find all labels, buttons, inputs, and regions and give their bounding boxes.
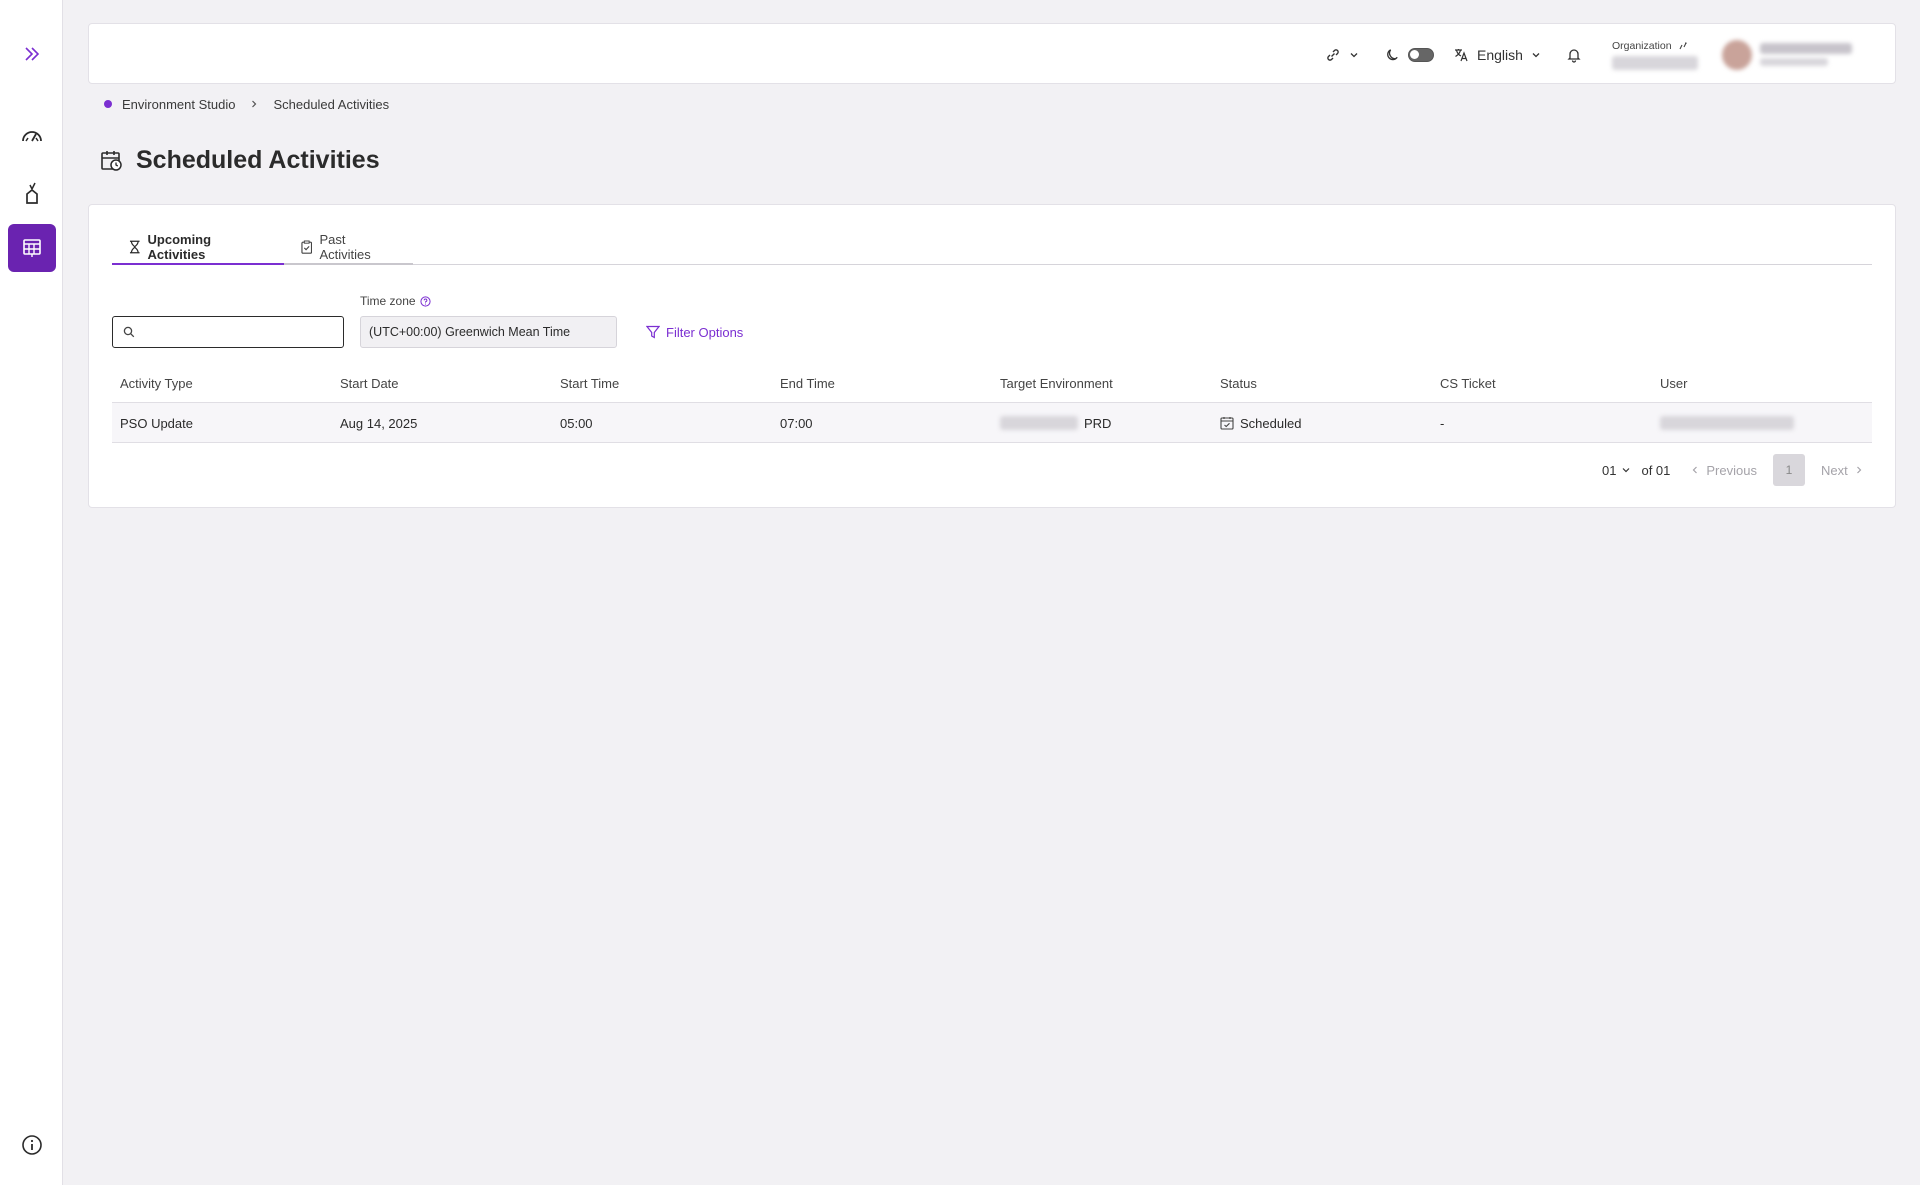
column-header[interactable]: Start Date xyxy=(340,363,399,403)
user-menu[interactable] xyxy=(1722,24,1852,85)
page-title: Scheduled Activities xyxy=(136,146,380,174)
column-header[interactable]: User xyxy=(1660,363,1687,403)
page-number-button[interactable]: 1 xyxy=(1772,454,1805,486)
filter-options-label: Filter Options xyxy=(666,324,744,340)
breadcrumb-root[interactable]: Environment Studio xyxy=(122,97,235,112)
clipboard-check-icon xyxy=(301,240,313,254)
column-header[interactable]: End Time xyxy=(780,363,835,403)
page-select-value: 01 xyxy=(1602,462,1617,478)
notifications-button[interactable] xyxy=(1566,24,1582,85)
column-header[interactable]: CS Ticket xyxy=(1440,363,1496,403)
tab-past-activities[interactable]: Past Activities xyxy=(284,231,413,265)
user-email-redacted xyxy=(1660,416,1794,430)
translate-icon xyxy=(1455,48,1468,61)
chevron-down-icon xyxy=(1532,52,1540,57)
link-icon xyxy=(1327,48,1339,61)
sidebar-item-scheduled-activities[interactable] xyxy=(8,224,56,272)
user-role-redacted xyxy=(1760,58,1828,66)
timezone-value: (UTC+00:00) Greenwich Mean Time xyxy=(369,325,571,339)
cell-start-date: Aug 14, 2025 xyxy=(340,415,418,431)
moon-icon xyxy=(1387,49,1398,61)
breadcrumb: Environment Studio Scheduled Activities xyxy=(104,95,389,113)
info-icon xyxy=(22,1135,42,1155)
activities-card: Upcoming Activities Past Activities Time… xyxy=(88,204,1896,508)
links-dropdown[interactable] xyxy=(1325,24,1359,85)
timezone-label-text: Time zone xyxy=(360,294,416,308)
cell-end-time: 07:00 xyxy=(780,415,813,431)
sidebar-item-deployments[interactable] xyxy=(8,169,56,217)
next-button[interactable]: Next xyxy=(1821,463,1864,478)
dark-mode-toggle[interactable] xyxy=(1385,24,1434,85)
chevron-right-icon xyxy=(252,100,257,108)
expand-sidebar-button[interactable] xyxy=(8,30,56,78)
organization-switcher[interactable]: Organization xyxy=(1612,24,1698,85)
help-icon[interactable] xyxy=(419,295,431,307)
filter-options-button[interactable]: Filter Options xyxy=(646,316,743,348)
cell-target-environment: PRD xyxy=(1000,403,1111,443)
info-button[interactable] xyxy=(8,1121,56,1169)
top-bar: English Organization xyxy=(88,23,1896,84)
switch-arrows-icon xyxy=(1679,41,1687,49)
sidebar-item-dashboard[interactable] xyxy=(8,112,56,160)
breadcrumb-dot xyxy=(104,100,112,108)
language-label: English xyxy=(1477,46,1523,63)
avatar xyxy=(1722,39,1752,70)
expand-chevrons-icon xyxy=(25,47,40,61)
organization-label: Organization xyxy=(1612,39,1672,52)
pagination: 01 of 01 Previous 1 Next xyxy=(1602,454,1864,486)
cell-cs-ticket: - xyxy=(1440,415,1445,431)
previous-label: Previous xyxy=(1706,462,1757,478)
calendar-grid-icon xyxy=(23,239,41,257)
calendar-check-icon xyxy=(1220,417,1234,430)
dashboard-gauge-icon xyxy=(22,131,42,142)
previous-button[interactable]: Previous xyxy=(1690,463,1757,478)
status-label: Scheduled xyxy=(1240,415,1302,431)
table-header: Activity Type Start Date Start Time End … xyxy=(112,363,1872,403)
cell-activity-type: PSO Update xyxy=(120,415,193,431)
chevron-down-icon xyxy=(1623,468,1630,473)
timezone-label: Time zone xyxy=(360,294,431,308)
bell-icon xyxy=(1567,48,1581,63)
user-name-redacted xyxy=(1760,43,1852,54)
chevron-right-icon xyxy=(1856,466,1862,474)
cell-status: Scheduled xyxy=(1220,403,1301,443)
column-header[interactable]: Activity Type xyxy=(120,363,193,403)
timezone-select[interactable]: (UTC+00:00) Greenwich Mean Time xyxy=(360,316,617,348)
theme-toggle-switch[interactable] xyxy=(1408,47,1434,62)
deploy-icon xyxy=(26,182,38,204)
search-input[interactable] xyxy=(143,324,333,340)
tabs: Upcoming Activities Past Activities xyxy=(112,231,1872,265)
filter-icon xyxy=(646,325,660,339)
tab-label: Upcoming Activities xyxy=(147,232,212,262)
next-label: Next xyxy=(1820,462,1848,478)
environment-name-redacted xyxy=(1000,416,1078,430)
chevron-left-icon xyxy=(1693,466,1698,474)
column-header[interactable]: Start Time xyxy=(560,363,619,403)
calendar-clock-icon xyxy=(101,150,122,171)
table-row[interactable]: PSO Update Aug 14, 2025 05:00 07:00 PRD … xyxy=(112,403,1872,443)
page-total: of 01 xyxy=(1641,462,1671,478)
cell-start-time: 05:00 xyxy=(560,415,593,431)
page-select[interactable]: 01 xyxy=(1602,463,1631,478)
environment-type: PRD xyxy=(1084,415,1112,431)
cell-user xyxy=(1660,403,1794,443)
tab-upcoming-activities[interactable]: Upcoming Activities xyxy=(112,231,284,265)
activities-table: Activity Type Start Date Start Time End … xyxy=(112,363,1872,443)
column-header[interactable]: Status xyxy=(1220,363,1257,403)
page-header: Scheduled Activities xyxy=(100,146,380,175)
breadcrumb-current: Scheduled Activities xyxy=(273,96,390,112)
language-selector[interactable]: English xyxy=(1453,24,1541,85)
column-header[interactable]: Target Environment xyxy=(1000,363,1113,403)
organization-name-redacted xyxy=(1612,55,1698,70)
tab-label: Past Activities xyxy=(319,232,371,262)
hourglass-icon xyxy=(129,240,140,254)
search-icon xyxy=(123,326,135,338)
search-input-wrapper[interactable] xyxy=(112,316,344,348)
chevron-down-icon xyxy=(1350,52,1358,57)
sidebar xyxy=(0,0,63,1185)
